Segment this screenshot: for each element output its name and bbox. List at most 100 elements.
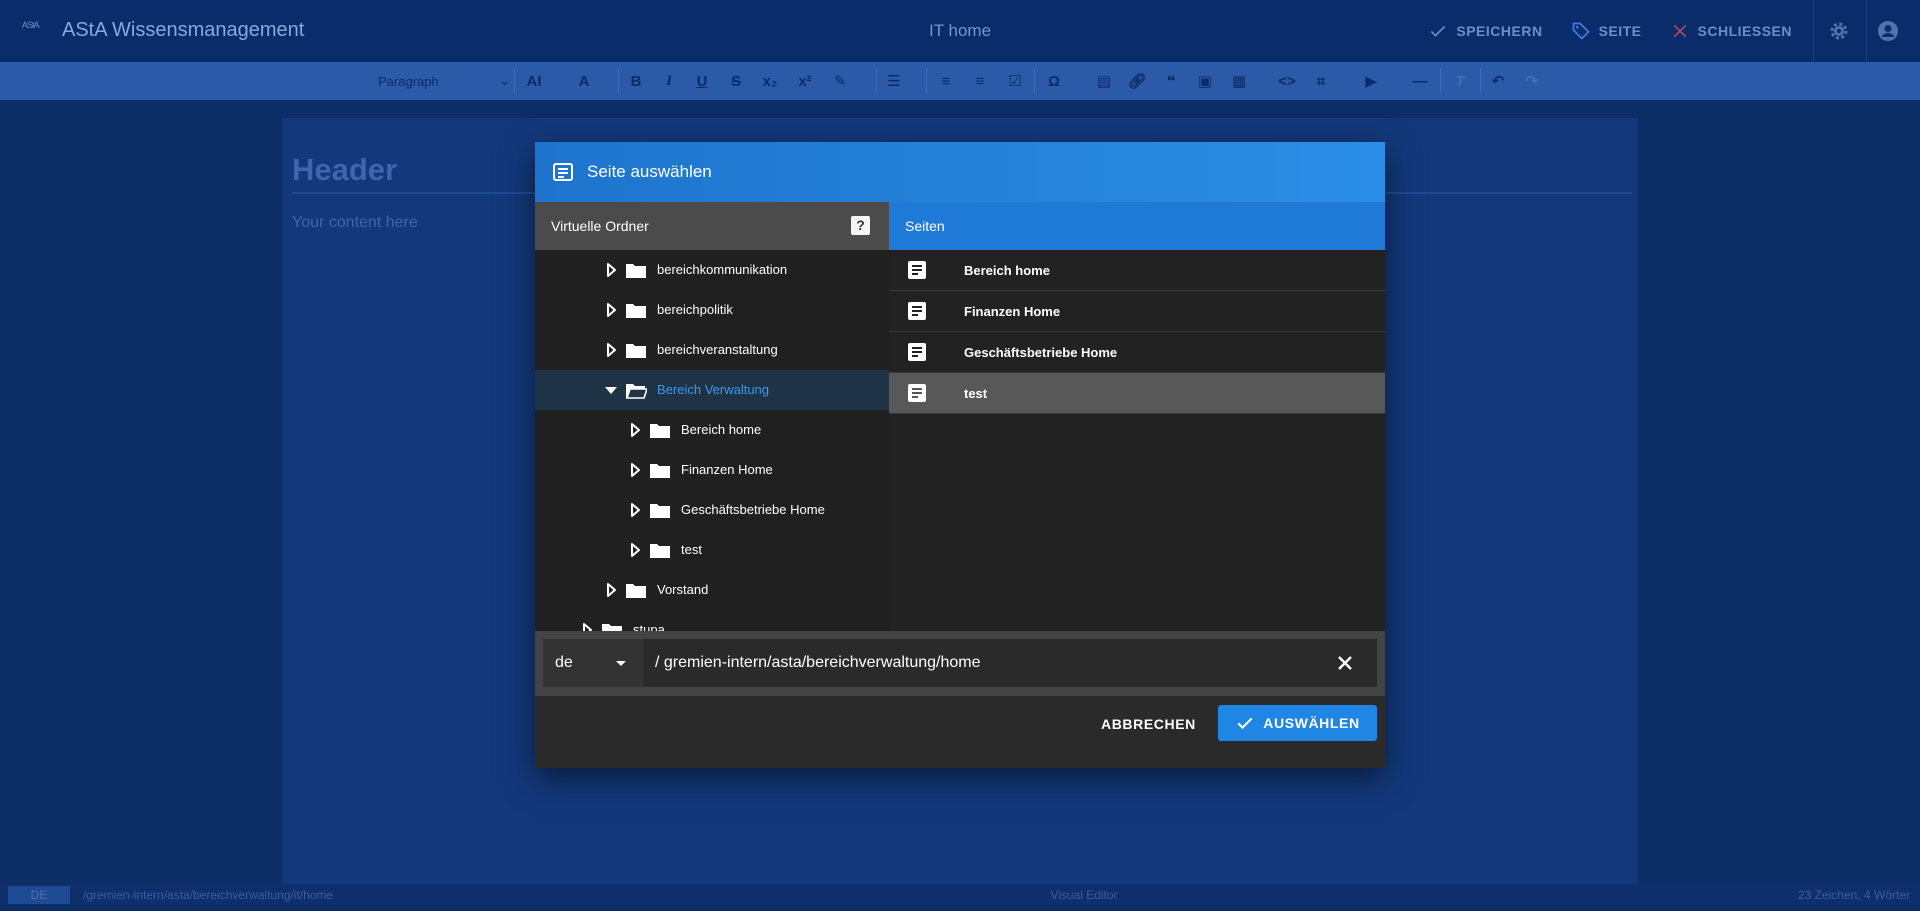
- app-title[interactable]: AStA Wissensmanagement: [62, 19, 304, 42]
- page-list-label: Geschäftsbetriebe Home: [964, 345, 1118, 360]
- caret-right-icon[interactable]: [579, 622, 595, 631]
- italic-icon[interactable]: I: [659, 71, 679, 91]
- strikethrough-icon[interactable]: S: [726, 71, 746, 91]
- page-list[interactable]: Bereich home Finanzen Home Geschäftsbetrie…: [889, 250, 1385, 631]
- remove-format-icon[interactable]: T: [1450, 71, 1470, 91]
- align-icon[interactable]: ☰: [884, 71, 904, 91]
- toolbar-divider: [1480, 68, 1481, 94]
- folder-tree-item[interactable]: bereichveranstaltung: [535, 330, 889, 370]
- subscript-icon[interactable]: x₂: [760, 71, 780, 91]
- caret-right-icon[interactable]: [627, 502, 643, 518]
- paragraph-select[interactable]: Paragraph ⌄: [378, 70, 510, 92]
- superscript-icon[interactable]: x²: [795, 71, 815, 91]
- clear-icon[interactable]: [1335, 653, 1355, 673]
- bold-icon[interactable]: B: [626, 71, 646, 91]
- select-button[interactable]: AUSWÄHLEN: [1218, 705, 1377, 741]
- page-list-item[interactable]: Finanzen Home: [889, 291, 1385, 332]
- appbar-divider: [1813, 0, 1814, 62]
- tag-icon: [1572, 22, 1590, 40]
- folder-tree-label: Bereich home: [681, 422, 762, 437]
- ordered-list-icon[interactable]: ≡: [936, 71, 956, 91]
- page-properties-button[interactable]: SEITE: [1571, 21, 1642, 41]
- path-input[interactable]: [643, 639, 1377, 687]
- folder-tree-item[interactable]: bereichpolitik: [535, 290, 889, 330]
- todo-list-icon[interactable]: ☑: [1005, 71, 1025, 91]
- caret-right-icon[interactable]: [627, 422, 643, 438]
- page-select-dialog: Seite auswählen Virtuelle Ordner ? Seite…: [535, 142, 1385, 768]
- status-language[interactable]: DE: [8, 886, 70, 904]
- page-list-label: test: [964, 386, 988, 401]
- dialog-header: Seite auswählen: [535, 142, 1385, 202]
- chevron-down-icon: ⌄: [499, 73, 510, 88]
- caret-right-icon[interactable]: [627, 462, 643, 478]
- table-icon[interactable]: ▦: [1229, 71, 1249, 91]
- folder-tree-item[interactable]: Geschäftsbetriebe Home: [535, 490, 889, 530]
- folder-tree-label: test: [681, 542, 702, 557]
- folder-tree-item[interactable]: Finanzen Home: [535, 450, 889, 490]
- link-icon[interactable]: 🔗︎: [1127, 71, 1147, 91]
- editor-header[interactable]: Header: [292, 152, 397, 188]
- folder-tree-item[interactable]: Vorstand: [535, 570, 889, 610]
- gear-icon[interactable]: [1827, 19, 1851, 43]
- page-link-icon[interactable]: ▤: [1094, 71, 1114, 91]
- caret-right-icon[interactable]: [627, 542, 643, 558]
- folders-header-label: Virtuelle Ordner: [551, 218, 649, 234]
- horizontal-line-icon[interactable]: —: [1410, 71, 1430, 91]
- page-list-item[interactable]: test: [889, 373, 1385, 414]
- editor-content[interactable]: Your content here: [292, 214, 418, 232]
- undo-icon[interactable]: ↶: [1488, 71, 1508, 91]
- folder-tree-label: Bereich Verwaltung: [657, 382, 770, 397]
- folder-tree-label: Vorstand: [657, 582, 709, 597]
- folder-open-icon: [625, 384, 647, 399]
- status-bar: DE /gremien-intern/asta/bereichverwaltun…: [0, 884, 1920, 906]
- toolbar-divider: [618, 68, 619, 94]
- redo-icon[interactable]: ↷: [1522, 71, 1542, 91]
- folder-icon: [650, 504, 670, 518]
- close-button[interactable]: SCHLIESSEN: [1670, 21, 1792, 41]
- font-size-icon[interactable]: AI: [524, 71, 544, 91]
- caret-right-icon[interactable]: [603, 582, 619, 598]
- editor-actions: SPEICHERN SEITE SCHLIESSEN: [1428, 0, 1792, 62]
- caret-right-icon[interactable]: [603, 262, 619, 278]
- folder-tree-item[interactable]: Bereich Verwaltung: [535, 370, 889, 410]
- highlight-icon[interactable]: ✎: [830, 71, 850, 91]
- superscript-size-icon[interactable]: A: [574, 71, 594, 91]
- page-list-item[interactable]: Geschäftsbetriebe Home: [889, 332, 1385, 373]
- paragraph-label: Paragraph: [378, 73, 439, 89]
- caret-right-icon[interactable]: [603, 302, 619, 318]
- media-icon[interactable]: ▶: [1361, 71, 1381, 91]
- image-icon[interactable]: ▣: [1195, 71, 1215, 91]
- page-list-label: Finanzen Home: [964, 304, 1061, 319]
- blockquote-icon[interactable]: ❝: [1161, 71, 1181, 91]
- text-page-icon: [908, 384, 926, 402]
- folder-icon: [626, 344, 646, 358]
- cancel-button[interactable]: ABBRECHEN: [1101, 716, 1196, 732]
- underline-icon[interactable]: U: [692, 71, 712, 91]
- folder-tree-item[interactable]: Bereich home: [535, 410, 889, 450]
- folder-tree[interactable]: bereichkommunikation bereichpolitik bereic…: [535, 250, 889, 631]
- page-list-item[interactable]: Bereich home: [889, 250, 1385, 291]
- caret-down-icon: [616, 661, 626, 666]
- special-characters-icon[interactable]: Ω: [1044, 71, 1064, 91]
- folder-tree-item[interactable]: bereichkommunikation: [535, 250, 889, 290]
- folder-icon: [650, 544, 670, 558]
- bullet-list-icon[interactable]: ≡: [970, 71, 990, 91]
- caret-right-icon[interactable]: [603, 342, 619, 358]
- folder-tree-item[interactable]: test: [535, 530, 889, 570]
- save-button[interactable]: SPEICHERN: [1428, 21, 1542, 41]
- app-bar: AStA AStA Wissensmanagement IT home SPEI…: [0, 0, 1920, 62]
- close-label: SCHLIESSEN: [1697, 23, 1792, 39]
- toolbar-divider: [514, 68, 515, 94]
- check-icon: [1431, 25, 1446, 37]
- locale-select[interactable]: de: [543, 639, 643, 687]
- caret-down-icon[interactable]: [603, 382, 619, 398]
- code-icon[interactable]: <>: [1277, 71, 1297, 91]
- toolbar-divider: [926, 68, 927, 94]
- code-block-icon[interactable]: ⌗: [1311, 71, 1331, 91]
- toolbar-divider: [876, 68, 877, 94]
- folders-header: Virtuelle Ordner ?: [535, 202, 889, 250]
- folder-tree-item[interactable]: stupa: [535, 610, 889, 631]
- account-icon[interactable]: [1876, 19, 1900, 43]
- editor-toolbar: Paragraph ⌄ AI A B I U S x₂ x² ✎ ☰ ≡ ≡ ☑…: [0, 62, 1920, 100]
- help-icon[interactable]: ?: [851, 216, 870, 235]
